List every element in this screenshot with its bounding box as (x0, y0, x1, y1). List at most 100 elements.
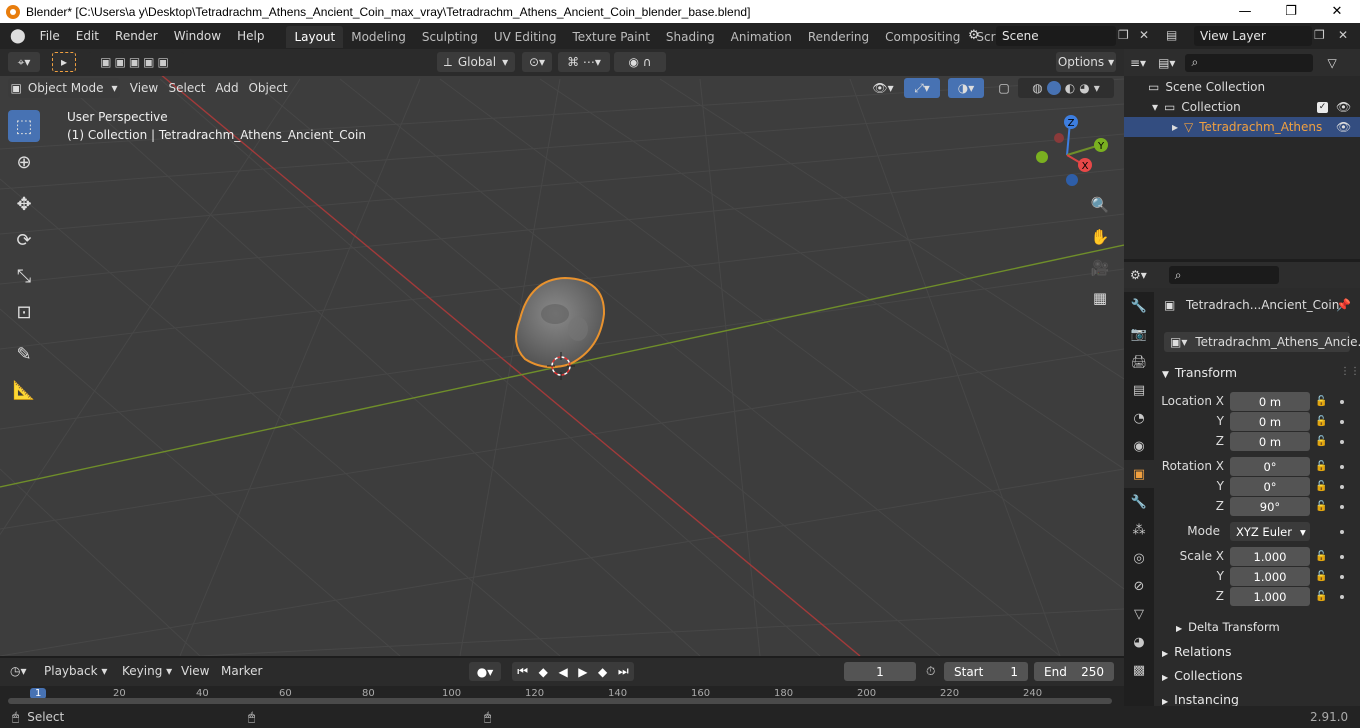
transform-tool-icon[interactable]: ⊡ (8, 296, 40, 328)
delete-scene-icon[interactable]: ✕ (1139, 28, 1149, 42)
gizmo-toggle[interactable]: ⤢▾ (904, 78, 940, 98)
tab-sculpting[interactable]: Sculpting (414, 26, 486, 48)
timeline-ruler[interactable]: 1 20 40 60 80 100 120 140 160 180 200 22… (0, 686, 1124, 706)
cursor-tool-icon[interactable]: ⊕ (8, 146, 40, 178)
properties-editor-icon[interactable]: ⚙▾ (1130, 268, 1147, 282)
location-x-field[interactable]: 0 m (1230, 392, 1310, 411)
mode-dropdown[interactable]: ▣ Object Mode ▾ (8, 78, 120, 98)
minimize-button[interactable]: — (1222, 0, 1268, 23)
menu-file[interactable]: File (32, 29, 68, 43)
keyframe-dot-icon[interactable] (1340, 465, 1344, 469)
lock-icon[interactable]: 🔓 (1315, 396, 1327, 407)
select-box-tool-icon[interactable]: ▸ (52, 52, 76, 72)
lock-icon[interactable]: 🔓 (1315, 501, 1327, 512)
expand-arrow-icon[interactable]: ▾ (1152, 100, 1158, 114)
playback-controls[interactable]: ⏮ ◆ ◀ ▶ ◆ ⏭ (512, 662, 634, 681)
viewport-menu-view[interactable]: View (128, 78, 160, 98)
timeline-scrollbar[interactable] (8, 698, 1112, 704)
outliner-editor-icon[interactable]: ≡▾ (1130, 56, 1146, 70)
keyframe-dot-icon[interactable] (1340, 555, 1344, 559)
delete-view-layer-icon[interactable]: ✕ (1338, 28, 1348, 42)
view-layer-tab-icon[interactable]: ▤ (1124, 376, 1154, 404)
collections-section-header[interactable]: ▶ Collections (1162, 668, 1243, 683)
measure-tool-icon[interactable]: 📐 (8, 374, 40, 406)
display-mode-icon[interactable]: ▤▾ (1158, 56, 1175, 70)
keyframe-dot-icon[interactable] (1340, 575, 1344, 579)
timeline-menu-keying[interactable]: Keying ▾ (122, 664, 172, 678)
outliner-search-input[interactable]: ⌕ (1185, 53, 1314, 72)
menu-render[interactable]: Render (107, 29, 166, 43)
rotation-x-field[interactable]: 0° (1230, 457, 1310, 476)
location-y-field[interactable]: 0 m (1230, 412, 1310, 431)
pin-icon[interactable]: 📌 (1336, 298, 1351, 312)
tab-animation[interactable]: Animation (723, 26, 800, 48)
filter-icon[interactable]: ▽ (1327, 56, 1336, 70)
snapping-dropdown[interactable]: ⌘ ⋯▾ (558, 52, 610, 72)
play-icon[interactable]: ▶ (578, 665, 587, 679)
outliner-collection[interactable]: ▾ ▭ Collection ✓ 👁 (1124, 97, 1360, 117)
outliner-object-row[interactable]: ▸ ▽ Tetradrachm_Athens 👁 (1124, 117, 1360, 137)
delta-transform-header[interactable]: ▶ Delta Transform (1176, 620, 1280, 634)
constraints-tab-icon[interactable]: ⊘ (1124, 572, 1154, 600)
shading-mode-group[interactable]: ◍ ◐ ◕ ▾ (1018, 78, 1114, 98)
lock-icon[interactable]: 🔓 (1315, 416, 1327, 427)
scale-x-field[interactable]: 1.000 (1230, 547, 1310, 566)
move-tool-icon[interactable]: ✥ (8, 188, 40, 220)
collection-checkbox[interactable]: ✓ (1317, 101, 1328, 113)
lock-icon[interactable]: 🔓 (1315, 481, 1327, 492)
scene-icon[interactable]: ⚙ (968, 28, 980, 43)
prev-keyframe-icon[interactable]: ◆ (539, 665, 548, 679)
modifier-tab-icon[interactable]: 🔧 (1124, 488, 1154, 516)
expand-arrow-icon[interactable]: ▸ (1172, 120, 1178, 134)
particles-tab-icon[interactable]: ⁂ (1124, 516, 1154, 544)
maximize-button[interactable]: ❐ (1268, 0, 1314, 23)
lock-icon[interactable]: 🔓 (1315, 551, 1327, 562)
lock-icon[interactable]: 🔓 (1315, 591, 1327, 602)
tool-tab-icon[interactable]: 🔧 (1124, 292, 1154, 320)
visibility-dropdown[interactable]: 👁▾ (866, 78, 900, 98)
options-dropdown[interactable]: Options ▾ (1056, 52, 1116, 72)
transform-section-header[interactable]: ▼ Transform (1162, 365, 1237, 380)
view-layer-selector[interactable]: View Layer (1194, 26, 1312, 46)
data-tab-icon[interactable]: ▽ (1124, 600, 1154, 628)
lock-icon[interactable]: 🔓 (1315, 461, 1327, 472)
current-frame-field[interactable]: 1 (844, 662, 916, 681)
scale-z-field[interactable]: 1.000 (1230, 587, 1310, 606)
auto-keying-toggle[interactable]: ●▾ (469, 662, 501, 681)
material-tab-icon[interactable]: ◕ (1124, 628, 1154, 656)
location-z-field[interactable]: 0 m (1230, 432, 1310, 451)
zoom-icon[interactable]: 🔍 (1087, 192, 1113, 218)
rotation-mode-dropdown[interactable]: XYZ Euler ▾ (1230, 522, 1310, 541)
scale-y-field[interactable]: 1.000 (1230, 567, 1310, 586)
close-button[interactable]: ✕ (1314, 0, 1360, 23)
menu-edit[interactable]: Edit (68, 29, 107, 43)
object-eye-icon[interactable]: 👁 (1336, 120, 1351, 134)
keyframe-dot-icon[interactable] (1340, 485, 1344, 489)
select-tool-icon[interactable]: ⬚ (8, 110, 40, 142)
world-tab-icon[interactable]: ◉ (1124, 432, 1154, 460)
new-view-layer-icon[interactable]: ❐ (1314, 28, 1325, 42)
proportional-editing-dropdown[interactable]: ◉ ∩ (614, 52, 666, 72)
drag-handle-icon[interactable]: ⋮⋮ (1340, 366, 1360, 377)
jump-end-icon[interactable]: ⏭ (618, 664, 629, 679)
jump-start-icon[interactable]: ⏮ (517, 664, 528, 679)
menu-help[interactable]: Help (229, 29, 272, 43)
keyframe-dot-icon[interactable] (1340, 440, 1344, 444)
instancing-section-header[interactable]: ▶ Instancing (1162, 692, 1239, 707)
scene-selector[interactable]: Scene (996, 26, 1116, 46)
viewport-menu-object[interactable]: Object (246, 78, 290, 98)
outliner-scene-collection[interactable]: ▭ Scene Collection (1124, 77, 1360, 97)
view-layer-icon[interactable]: ▤ (1166, 28, 1177, 42)
rotation-y-field[interactable]: 0° (1230, 477, 1310, 496)
next-keyframe-icon[interactable]: ◆ (598, 665, 607, 679)
tab-modeling[interactable]: Modeling (343, 26, 414, 48)
timeline-editor-icon[interactable]: ◷▾ (10, 664, 27, 678)
end-frame-field[interactable]: End 250 (1034, 662, 1114, 681)
viewport-menu-add[interactable]: Add (212, 78, 242, 98)
viewport-menu-select[interactable]: Select (168, 78, 206, 98)
transform-orientation-dropdown[interactable]: ⟂ Global ▾ (437, 52, 515, 72)
lock-icon[interactable]: 🔓 (1315, 436, 1327, 447)
tab-texture-paint[interactable]: Texture Paint (564, 26, 657, 48)
new-scene-icon[interactable]: ❐ (1118, 28, 1129, 42)
texture-tab-icon[interactable]: ▩ (1124, 656, 1154, 684)
